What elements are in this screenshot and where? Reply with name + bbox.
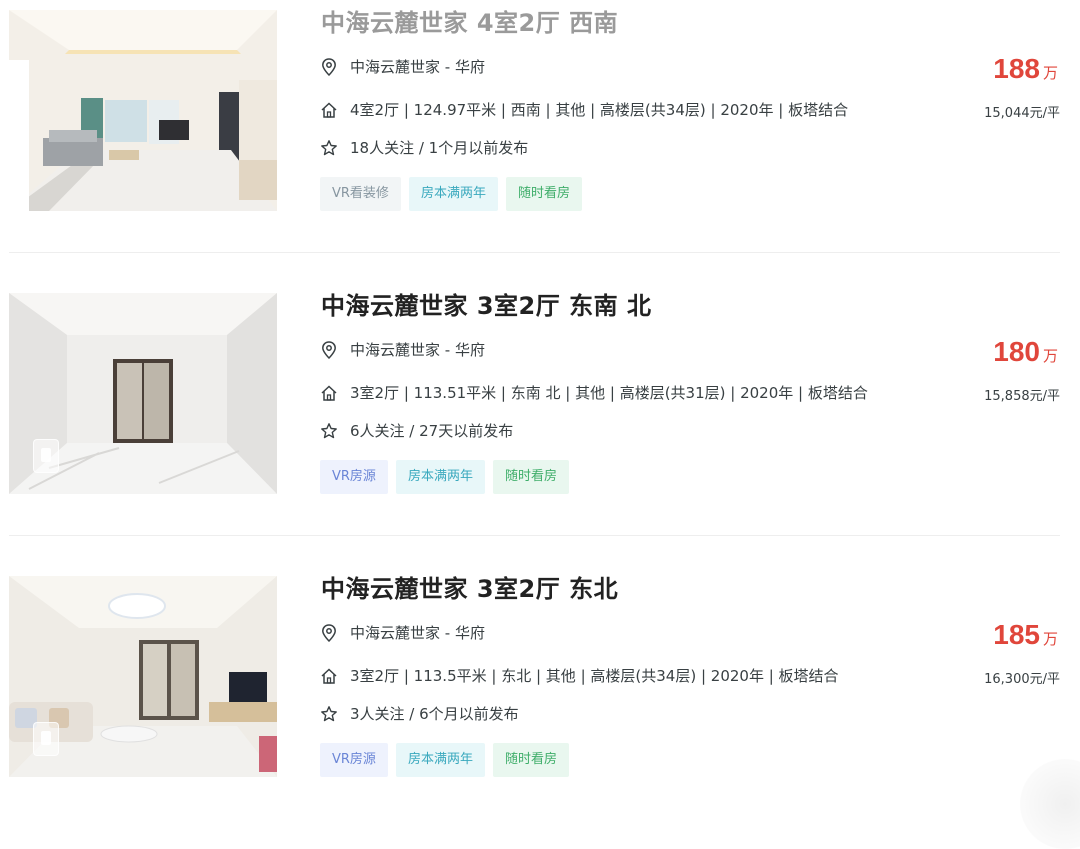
vr-badge-icon — [33, 722, 59, 756]
vr-badge-icon — [33, 439, 59, 473]
location-row: 中海云麓世家 - 华府 — [320, 622, 485, 643]
location-pin-icon — [320, 57, 338, 76]
listing-divider — [9, 535, 1060, 536]
unit-price: 15,858元/平 — [984, 389, 1060, 404]
house-info-text: 4室2厅 | 124.97平米 | 西南 | 其他 | 高楼层(共34层) | … — [350, 101, 849, 119]
house-icon — [320, 384, 338, 402]
tag-list: VR房源 房本满两年 随时看房 — [320, 743, 577, 777]
unit-price: 15,044元/平 — [984, 106, 1060, 121]
follow-text: 3人关注 / 6个月以前发布 — [350, 705, 519, 723]
star-icon — [320, 422, 338, 440]
house-info-row: 3室2厅 | 113.51平米 | 东南 北 | 其他 | 高楼层(共31层) … — [320, 382, 868, 403]
living-room-photo — [9, 10, 277, 211]
house-info-row: 3室2厅 | 113.5平米 | 东北 | 其他 | 高楼层(共34层) | 2… — [320, 665, 839, 686]
total-price-value: 185 — [993, 619, 1040, 650]
tag-anytime-viewing: 随时看房 — [492, 460, 569, 494]
unit-price: 16,300元/平 — [984, 672, 1060, 687]
listing-photo[interactable] — [9, 10, 277, 211]
total-price-value: 188 — [993, 53, 1040, 84]
listing-item[interactable]: 中海云麓世家 3室2厅 东南 北 中海云麓世家 - 华府 3室2厅 | 113.… — [0, 283, 1080, 566]
tag-two-years: 房本满两年 — [395, 460, 485, 494]
location-pin-icon — [320, 623, 338, 642]
star-icon — [320, 705, 338, 723]
total-price-unit: 万 — [1042, 347, 1058, 365]
total-price: 185 万 — [993, 619, 1058, 651]
listing-photo[interactable] — [9, 576, 277, 777]
house-info-text: 3室2厅 | 113.5平米 | 东北 | 其他 | 高楼层(共34层) | 2… — [350, 667, 839, 685]
tag-list: VR看装修 房本满两年 随时看房 — [320, 177, 590, 211]
total-price-unit: 万 — [1042, 64, 1058, 82]
total-price-unit: 万 — [1042, 630, 1058, 648]
house-info-row: 4室2厅 | 124.97平米 | 西南 | 其他 | 高楼层(共34层) | … — [320, 99, 848, 120]
total-price-value: 180 — [993, 336, 1040, 367]
tag-anytime-viewing: 随时看房 — [505, 177, 582, 211]
location-text[interactable]: 中海云麓世家 - 华府 — [350, 56, 485, 77]
tag-vr: VR房源 — [320, 460, 388, 494]
total-price: 188 万 — [993, 53, 1058, 85]
tag-two-years: 房本满两年 — [395, 743, 485, 777]
tag-two-years: 房本满两年 — [408, 177, 498, 211]
follow-text: 6人关注 / 27天以前发布 — [350, 422, 514, 440]
location-text[interactable]: 中海云麓世家 - 华府 — [350, 339, 485, 360]
listing-photo[interactable] — [9, 293, 277, 494]
tag-anytime-viewing: 随时看房 — [492, 743, 569, 777]
listing-item[interactable]: 中海云麓世家 3室2厅 东北 中海云麓世家 - 华府 3室2厅 | 113.5平… — [0, 566, 1080, 849]
total-price: 180 万 — [993, 336, 1058, 368]
listing-title[interactable]: 中海云麓世家 4室2厅 西南 — [321, 3, 618, 38]
tag-list: VR房源 房本满两年 随时看房 — [320, 460, 577, 494]
listing-divider — [9, 252, 1060, 253]
follow-row: 18人关注 / 1个月以前发布 — [320, 137, 528, 158]
follow-text: 18人关注 / 1个月以前发布 — [350, 139, 529, 157]
tag-vr: VR房源 — [320, 743, 388, 777]
location-row: 中海云麓世家 - 华府 — [320, 56, 485, 77]
house-icon — [320, 667, 338, 685]
location-text[interactable]: 中海云麓世家 - 华府 — [350, 622, 485, 643]
location-pin-icon — [320, 340, 338, 359]
tag-vr: VR看装修 — [320, 177, 401, 211]
listing-title[interactable]: 中海云麓世家 3室2厅 东南 北 — [321, 286, 651, 321]
follow-row: 6人关注 / 27天以前发布 — [320, 420, 513, 441]
listing-title[interactable]: 中海云麓世家 3室2厅 东北 — [321, 569, 618, 604]
follow-row: 3人关注 / 6个月以前发布 — [320, 703, 519, 724]
location-row: 中海云麓世家 - 华府 — [320, 339, 485, 360]
star-icon — [320, 139, 338, 157]
listing-item[interactable]: 中海云麓世家 4室2厅 西南 中海云麓世家 - 华府 4室2厅 | 124.97… — [0, 0, 1080, 283]
house-icon — [320, 101, 338, 119]
house-info-text: 3室2厅 | 113.51平米 | 东南 北 | 其他 | 高楼层(共31层) … — [350, 384, 868, 402]
